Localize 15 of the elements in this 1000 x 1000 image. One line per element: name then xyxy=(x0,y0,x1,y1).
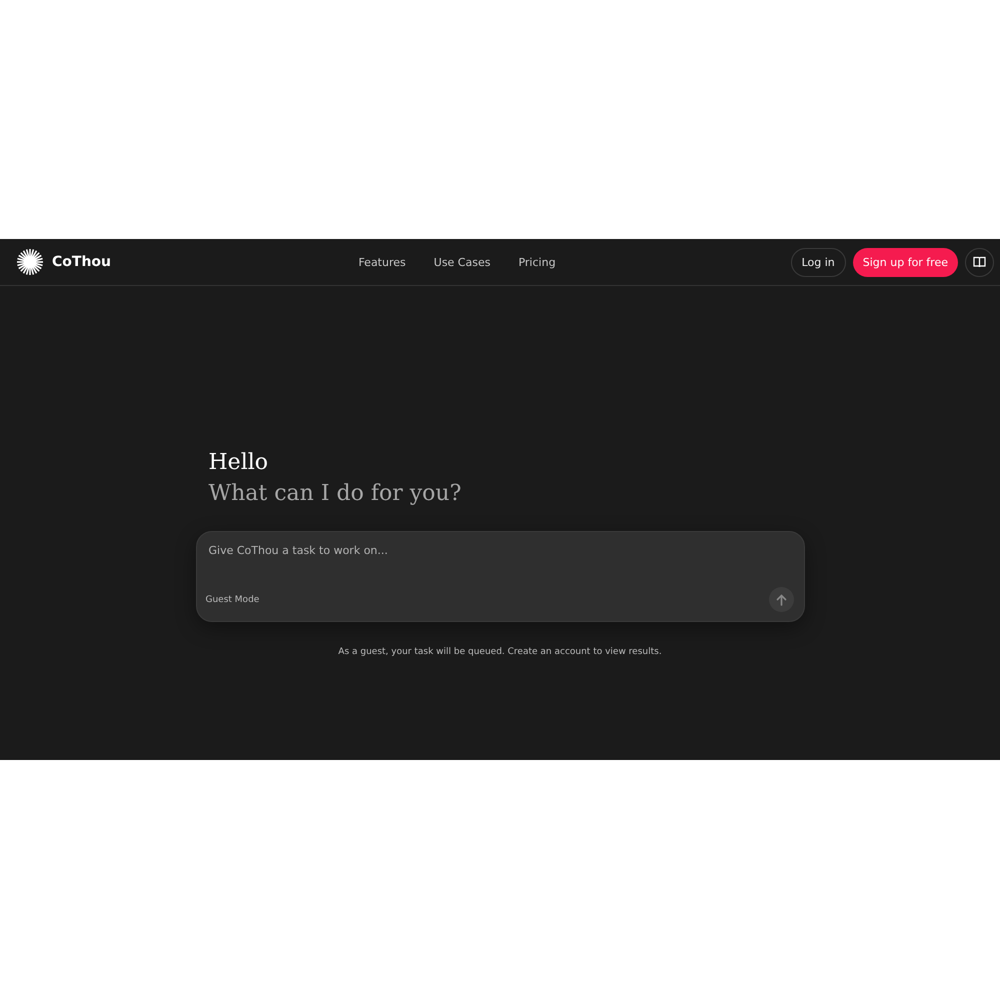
guest-mode-label: Guest Mode xyxy=(206,594,260,604)
brand-name: CoThou xyxy=(52,254,111,270)
book-button[interactable] xyxy=(965,248,994,276)
guest-note: As a guest, your task will be queued. Create an account to view results. xyxy=(338,647,662,657)
nav-link[interactable]: Features xyxy=(358,256,406,268)
greeting-heading: Hello xyxy=(208,449,270,477)
nav-link[interactable]: Pricing xyxy=(518,256,556,268)
task-input[interactable]: Give CoThou a task to work on... xyxy=(208,542,794,558)
arrow-up-icon xyxy=(776,594,786,606)
nav-link[interactable]: Use Cases xyxy=(434,256,490,268)
book-icon xyxy=(973,256,986,268)
login-button[interactable]: Log in xyxy=(790,248,846,276)
question-heading: What can I do for you? xyxy=(208,480,462,508)
signup-button[interactable]: Sign up for free xyxy=(852,248,958,276)
logo-icon xyxy=(16,248,44,276)
